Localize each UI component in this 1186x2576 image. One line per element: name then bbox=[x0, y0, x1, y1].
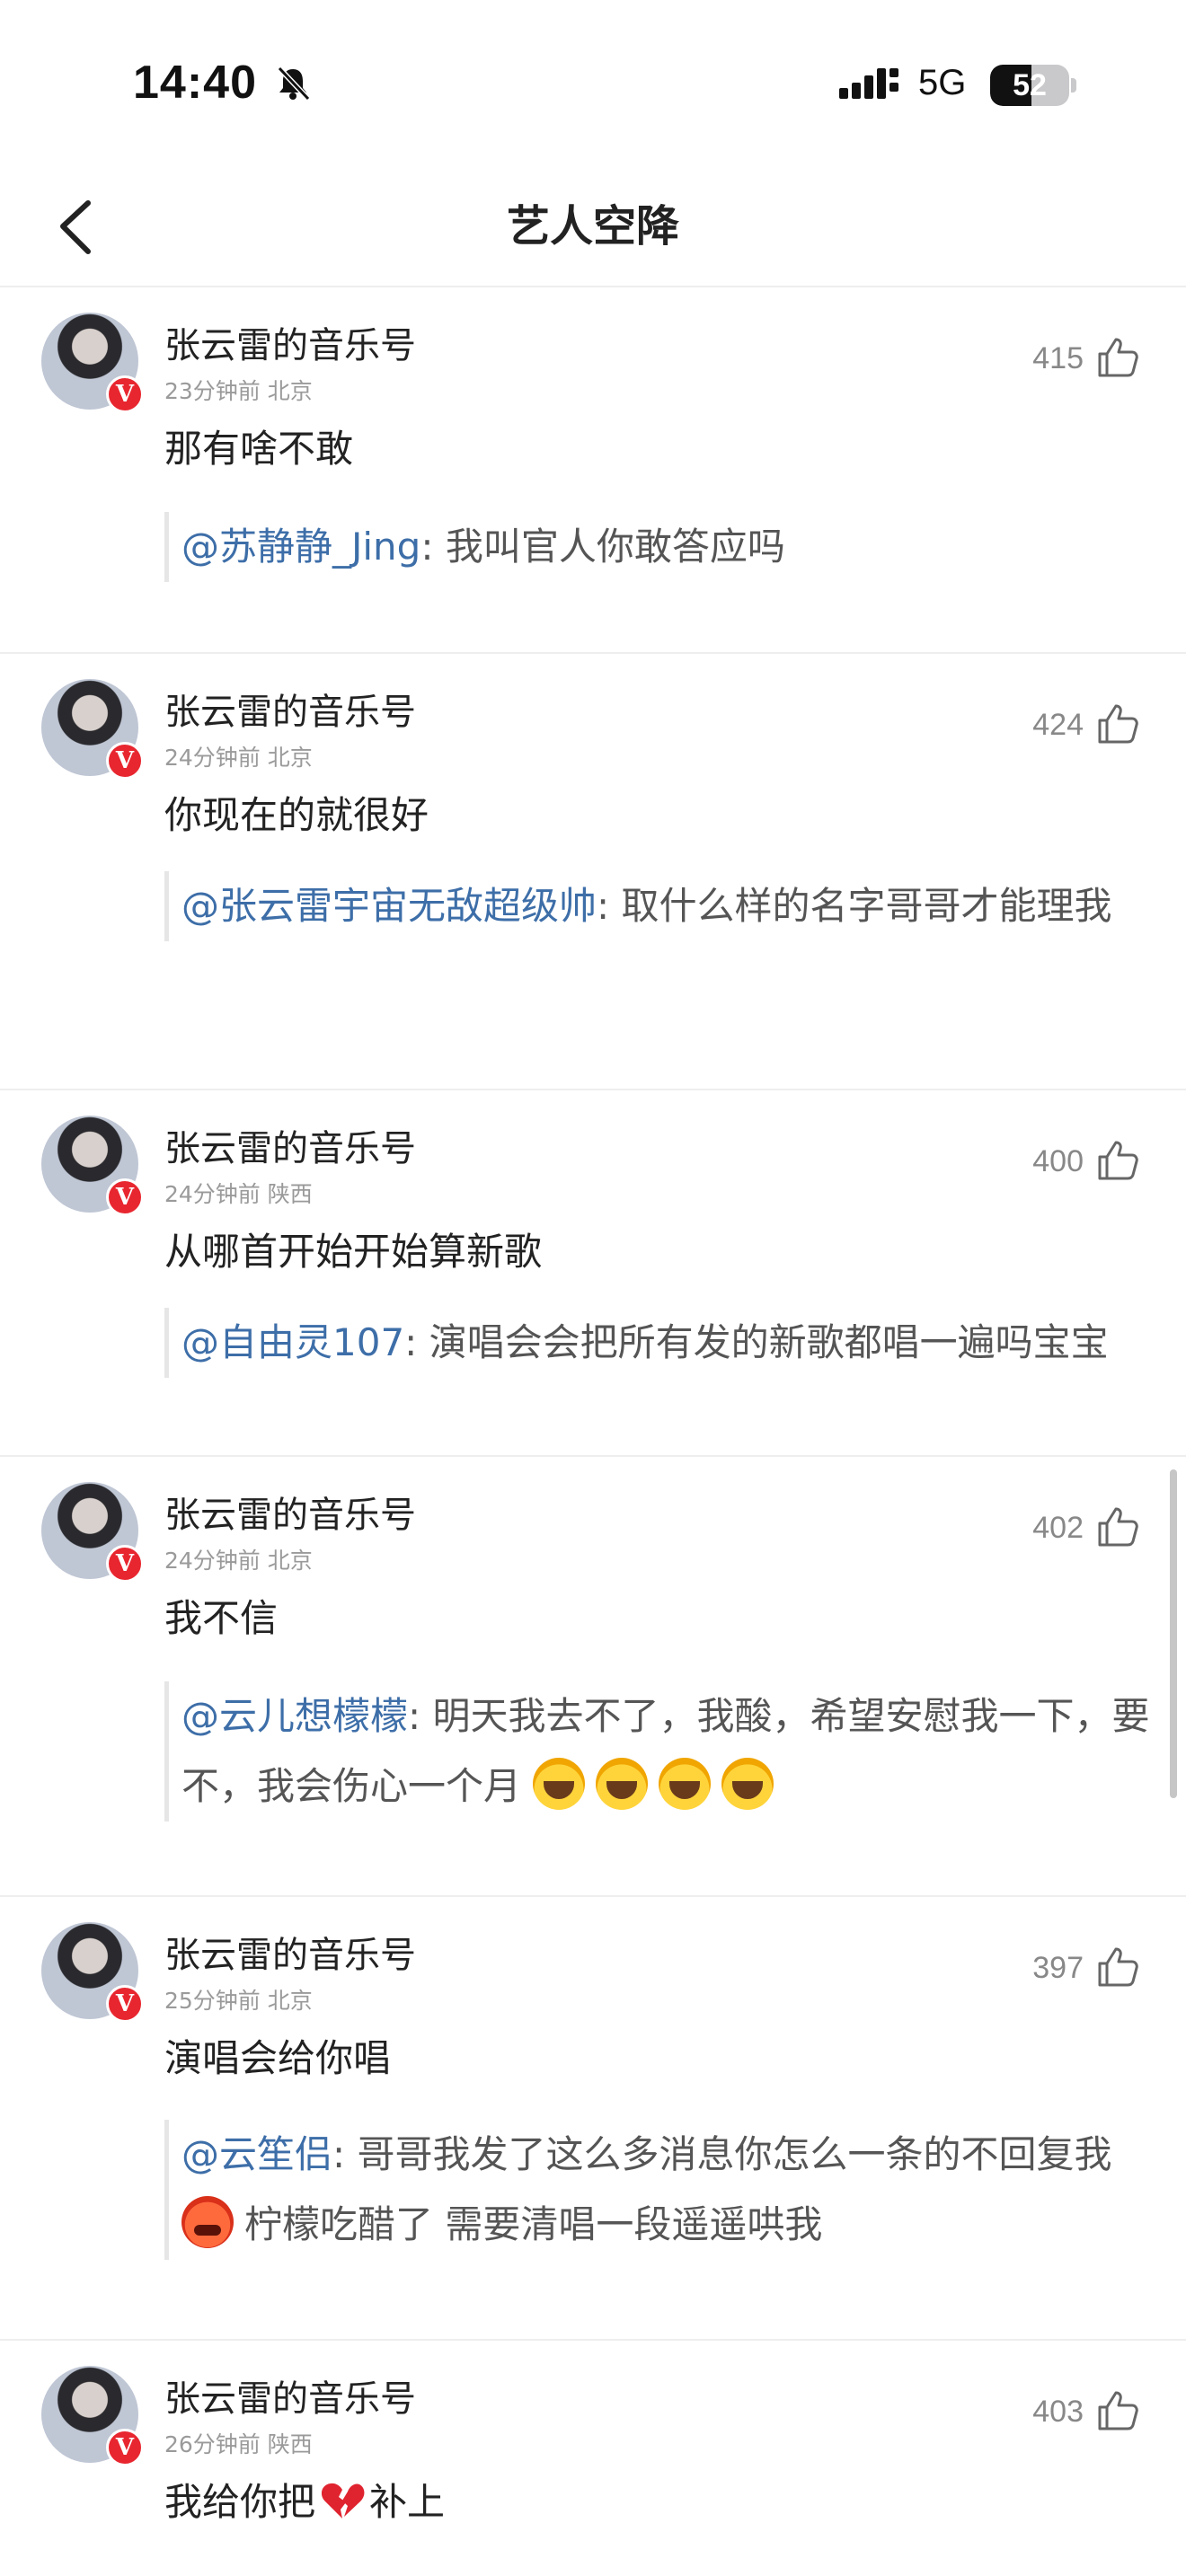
comment-text: 那有啥不敢 bbox=[164, 427, 354, 471]
comment-item: V 张云雷的音乐号 24分钟前 陕西 400 从哪首开始开始算新歌 @自由灵10… bbox=[0, 1090, 1186, 1457]
comment-author[interactable]: 张云雷的音乐号 bbox=[164, 316, 416, 368]
thumbs-up-icon[interactable] bbox=[1094, 334, 1141, 381]
mention-link[interactable]: @云笙侣 bbox=[181, 2132, 332, 2176]
nav-bar: 艺人空降 bbox=[0, 171, 1186, 287]
crying-face-emoji bbox=[659, 1758, 712, 1810]
like-count: 400 bbox=[1032, 1144, 1084, 1178]
comment-item: V 张云雷的音乐号 24分钟前 北京 424 你现在的就很好 @张云雷宇宙无敌超… bbox=[0, 654, 1186, 1090]
like-count: 415 bbox=[1032, 341, 1084, 375]
verified-badge-icon: V bbox=[106, 1178, 144, 1216]
mention-link[interactable]: @张云雷宇宙无敌超级帅 bbox=[181, 884, 597, 928]
comment-author[interactable]: 张云雷的音乐号 bbox=[164, 1926, 416, 1978]
quoted-comment: @自由灵107: 演唱会会把所有发的新歌都唱一遍吗宝宝 bbox=[164, 1308, 1162, 1378]
quote-text: : 我叫官人你敢答应吗 bbox=[420, 525, 785, 569]
comment-meta: 24分钟前 陕西 bbox=[164, 1181, 313, 1207]
thumbs-up-icon[interactable] bbox=[1094, 701, 1141, 747]
broken-heart-icon bbox=[321, 2483, 365, 2519]
like-count: 424 bbox=[1032, 708, 1084, 742]
avatar[interactable]: V bbox=[41, 1922, 144, 2023]
comment-item: V 张云雷的音乐号 26分钟前 陕西 403 我给你把 补上 bbox=[0, 2341, 1186, 2574]
quote-text: : 哥哥我发了这么多消息你怎么一条的不回复我 bbox=[332, 2132, 1112, 2176]
mention-link[interactable]: @云儿想檬檬 bbox=[181, 1694, 408, 1738]
avatar[interactable]: V bbox=[41, 679, 144, 780]
thumbs-up-icon[interactable] bbox=[1094, 2387, 1141, 2434]
quote-text: : 取什么样的名字哥哥才能理我 bbox=[597, 884, 1112, 928]
comment-text: 我给你把 补上 bbox=[164, 2475, 445, 2529]
status-time: 14:40 bbox=[133, 57, 257, 109]
quote-text: : 演唱会会把所有发的新歌都唱一遍吗宝宝 bbox=[404, 1320, 1109, 1364]
verified-badge-icon: V bbox=[106, 742, 144, 780]
avatar[interactable]: V bbox=[41, 2366, 144, 2466]
avatar[interactable]: V bbox=[41, 1116, 144, 1216]
comment-text: 演唱会给你唱 bbox=[164, 2036, 392, 2080]
thumbs-up-icon[interactable] bbox=[1094, 1504, 1141, 1550]
scrollbar[interactable] bbox=[1170, 1469, 1177, 1798]
angry-face-emoji bbox=[181, 2196, 234, 2248]
crying-face-emoji bbox=[533, 1758, 586, 1810]
network-type: 5G bbox=[918, 63, 967, 102]
comment-list: V 张云雷的音乐号 23分钟前 北京 415 那有啥不敢 @苏静静_Jing: … bbox=[0, 287, 1186, 2574]
comment-text-part: 我给你把 bbox=[164, 2480, 316, 2524]
quote-text-continued: 柠檬吃醋了 需要清唱一段遥遥哄我 bbox=[244, 2202, 823, 2246]
verified-badge-icon: V bbox=[106, 1985, 144, 2023]
comment-item: V 张云雷的音乐号 25分钟前 北京 397 演唱会给你唱 @云笙侣: 哥哥我发… bbox=[0, 1897, 1186, 2341]
quoted-comment: @苏静静_Jing: 我叫官人你敢答应吗 bbox=[164, 512, 1162, 582]
thumbs-up-icon[interactable] bbox=[1094, 1944, 1141, 1990]
comment-meta: 25分钟前 北京 bbox=[164, 1988, 313, 2014]
avatar[interactable]: V bbox=[41, 313, 144, 413]
battery-icon: 52 bbox=[990, 65, 1069, 106]
battery-cap bbox=[1071, 78, 1076, 93]
comment-meta: 26分钟前 陕西 bbox=[164, 2431, 313, 2457]
bell-slash-icon bbox=[277, 66, 311, 101]
verified-badge-icon: V bbox=[106, 375, 144, 413]
verified-badge-icon: V bbox=[106, 2429, 144, 2466]
crying-face-emoji bbox=[596, 1758, 649, 1810]
thumbs-up-icon[interactable] bbox=[1094, 1137, 1141, 1184]
battery-percent: 52 bbox=[1013, 68, 1047, 102]
comment-author[interactable]: 张云雷的音乐号 bbox=[164, 1486, 416, 1538]
comment-text-part: 补上 bbox=[369, 2480, 446, 2524]
comment-author[interactable]: 张云雷的音乐号 bbox=[164, 2369, 416, 2422]
quoted-comment: @云笙侣: 哥哥我发了这么多消息你怎么一条的不回复我柠檬吃醋了 需要清唱一段遥遥… bbox=[164, 2120, 1162, 2260]
verified-badge-icon: V bbox=[106, 1545, 144, 1583]
comment-meta: 24分钟前 北京 bbox=[164, 745, 313, 771]
mention-link[interactable]: @苏静静_Jing bbox=[181, 525, 420, 569]
comment-author[interactable]: 张云雷的音乐号 bbox=[164, 1119, 416, 1171]
comment-item: V 张云雷的音乐号 24分钟前 北京 402 我不信 @云儿想檬檬: 明天我去不… bbox=[0, 1457, 1186, 1897]
comment-meta: 23分钟前 北京 bbox=[164, 378, 313, 404]
page-title: 艺人空降 bbox=[506, 201, 679, 251]
avatar[interactable]: V bbox=[41, 1482, 144, 1583]
status-bar: 14:40 5G 52 bbox=[0, 0, 1186, 171]
crying-face-emoji bbox=[721, 1758, 774, 1810]
quoted-comment: @张云雷宇宙无敌超级帅: 取什么样的名字哥哥才能理我 bbox=[164, 871, 1162, 941]
comment-meta: 24分钟前 北京 bbox=[164, 1548, 313, 1574]
like-count: 397 bbox=[1032, 1951, 1084, 1985]
comment-text: 你现在的就很好 bbox=[164, 793, 429, 837]
quoted-comment: @云儿想檬檬: 明天我去不了，我酸，希望安慰我一下，要不，我会伤心一个月 bbox=[164, 1681, 1162, 1822]
comment-text: 我不信 bbox=[164, 1596, 279, 1640]
comment-text: 从哪首开始开始算新歌 bbox=[164, 1230, 543, 1274]
comment-item: V 张云雷的音乐号 23分钟前 北京 415 那有啥不敢 @苏静静_Jing: … bbox=[0, 287, 1186, 654]
comment-author[interactable]: 张云雷的音乐号 bbox=[164, 683, 416, 735]
like-count: 403 bbox=[1032, 2395, 1084, 2429]
like-count: 402 bbox=[1032, 1511, 1084, 1545]
mention-link[interactable]: @自由灵107 bbox=[181, 1320, 404, 1364]
cellular-signal-icon bbox=[839, 68, 898, 99]
